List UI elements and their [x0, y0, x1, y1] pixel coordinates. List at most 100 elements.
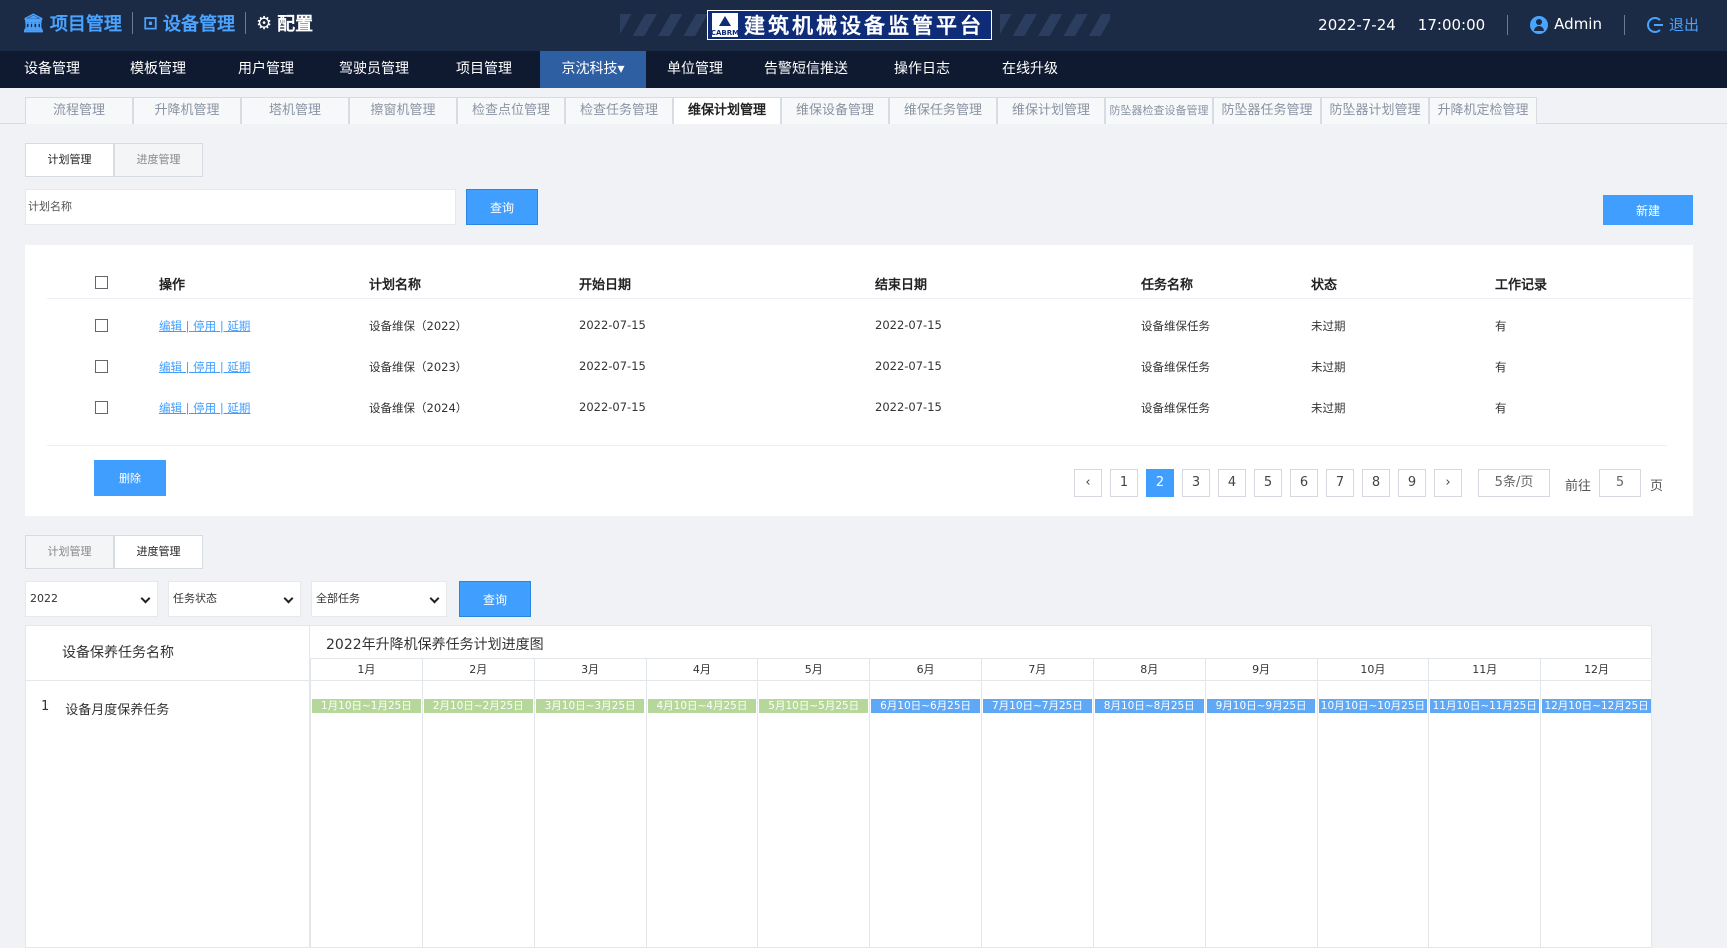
- table-cell: 未过期: [1311, 401, 1346, 415]
- subtab[interactable]: 防坠器任务管理: [1213, 97, 1321, 124]
- gear-icon: ⚙: [255, 12, 273, 34]
- logout-button[interactable]: 退出: [1646, 14, 1699, 35]
- current-time: 17:00:00: [1417, 15, 1486, 34]
- goto-page-input[interactable]: 5: [1599, 469, 1641, 497]
- table-cell: 有: [1495, 360, 1507, 374]
- subtab[interactable]: 检查点位管理: [457, 97, 565, 124]
- tab-plan[interactable]: 计划管理: [25, 143, 114, 177]
- nav-item[interactable]: 操作日志: [868, 51, 976, 88]
- tab-progress[interactable]: 进度管理: [114, 143, 203, 177]
- select-all-checkbox[interactable]: [95, 276, 108, 289]
- nav-item[interactable]: 设备管理: [0, 51, 104, 88]
- page-button[interactable]: 4: [1218, 469, 1246, 497]
- top-bar: 🏛 项目管理 ⊡ 设备管理 ⚙ 配置 CABRM 建筑机械设备监管平台 2022…: [0, 0, 1727, 51]
- gantt-month-label: 12月: [1540, 659, 1652, 681]
- page-button[interactable]: 5: [1254, 469, 1282, 497]
- nav-item[interactable]: 项目管理: [428, 51, 540, 88]
- page-button[interactable]: 9: [1398, 469, 1426, 497]
- row-checkbox[interactable]: [95, 401, 108, 414]
- gantt-bar[interactable]: 8月10日~8月25日: [1094, 699, 1204, 713]
- row-actions[interactable]: 编辑 | 停用 | 延期: [159, 400, 250, 416]
- table-cell: 未过期: [1311, 319, 1346, 333]
- task-index: 1: [41, 699, 50, 714]
- gantt-bar[interactable]: 6月10日~6月25日: [871, 699, 980, 713]
- subtab[interactable]: 防坠器计划管理: [1321, 97, 1429, 124]
- table-cell: 设备维保任务: [1141, 401, 1210, 415]
- chevron-down-icon: [283, 593, 294, 604]
- query-button[interactable]: 查询: [466, 189, 538, 225]
- row-checkbox[interactable]: [95, 360, 108, 373]
- gantt-bar[interactable]: 3月10日~3月25日: [535, 699, 645, 713]
- subtab[interactable]: 擦窗机管理: [349, 97, 457, 124]
- subtab[interactable]: 塔机管理: [241, 97, 349, 124]
- row-actions[interactable]: 编辑 | 停用 | 延期: [159, 318, 250, 334]
- gantt-bar[interactable]: 11月10日~11月25日: [1430, 699, 1540, 713]
- subtab-active[interactable]: 维保计划管理: [673, 97, 781, 124]
- column-header: 状态: [1311, 278, 1338, 293]
- divider: [47, 445, 1667, 446]
- nav-item[interactable]: 用户管理: [212, 51, 320, 88]
- row-checkbox[interactable]: [95, 319, 108, 332]
- table-cell: 有: [1495, 401, 1507, 415]
- tab-plan[interactable]: 计划管理: [25, 535, 114, 569]
- task-select[interactable]: 全部任务: [311, 581, 447, 617]
- table-cell: 2022-07-15: [875, 400, 942, 414]
- nav-item-active[interactable]: 京沈科技▾: [540, 51, 646, 88]
- tab-progress[interactable]: 进度管理: [114, 535, 203, 569]
- plan-tabs: 计划管理 进度管理: [25, 143, 203, 177]
- nav-item[interactable]: 单位管理: [646, 51, 744, 88]
- user-menu[interactable]: Admin: [1530, 15, 1602, 34]
- menu-device-management[interactable]: ⊡ 设备管理: [143, 10, 235, 36]
- device-icon: ⊡: [142, 12, 158, 34]
- nav-item[interactable]: 驾驶员管理: [320, 51, 428, 88]
- subtab[interactable]: 维保设备管理: [781, 97, 889, 124]
- page-button[interactable]: 7: [1326, 469, 1354, 497]
- menu-config[interactable]: ⚙ 配置: [256, 10, 313, 36]
- new-button[interactable]: 新建: [1603, 195, 1693, 225]
- platform-logo: CABRM: [711, 13, 739, 37]
- subtab[interactable]: 维保计划管理: [997, 97, 1105, 124]
- brand-menu: 🏛 项目管理 ⊡ 设备管理 ⚙ 配置: [22, 10, 313, 36]
- delete-button[interactable]: 删除: [94, 460, 166, 496]
- page-button[interactable]: 3: [1182, 469, 1210, 497]
- row-actions[interactable]: 编辑 | 停用 | 延期: [159, 359, 250, 375]
- page-button[interactable]: 8: [1362, 469, 1390, 497]
- gantt-bar[interactable]: 1月10日~1月25日: [312, 699, 421, 713]
- gantt-left-header: 设备保养任务名称: [26, 626, 310, 681]
- subtab[interactable]: 检查任务管理: [565, 97, 673, 124]
- nav-item[interactable]: 模板管理: [104, 51, 212, 88]
- divider: [244, 12, 246, 34]
- gantt-month-column: [533, 681, 646, 948]
- next-page-button[interactable]: ›: [1434, 469, 1462, 497]
- main-nav: 设备管理 模板管理 用户管理 驾驶员管理 项目管理 京沈科技▾ 单位管理 告警短…: [0, 51, 1727, 88]
- gantt-month-column: [310, 681, 422, 948]
- prev-page-button[interactable]: ‹: [1074, 469, 1102, 497]
- menu-label: 设备管理: [162, 14, 235, 35]
- page-size-select[interactable]: 5条/页: [1478, 469, 1550, 497]
- subtab[interactable]: 升降机定检管理: [1429, 97, 1537, 124]
- gantt-month-column: [1204, 681, 1317, 948]
- table-cell: 2022-07-15: [875, 318, 942, 332]
- nav-item[interactable]: 在线升级: [976, 51, 1084, 88]
- page-button[interactable]: 6: [1290, 469, 1318, 497]
- subtab[interactable]: 流程管理: [25, 97, 133, 124]
- page-button[interactable]: 1: [1110, 469, 1138, 497]
- subtab[interactable]: 防坠器检查设备管理: [1105, 97, 1213, 124]
- gantt-bar[interactable]: 10月10日~10月25日: [1318, 699, 1428, 713]
- gantt-bar[interactable]: 4月10日~4月25日: [647, 699, 757, 713]
- gantt-month-label: 7月: [981, 659, 1093, 681]
- plan-name-input[interactable]: 计划名称: [25, 189, 456, 225]
- gantt-bar[interactable]: 12月10日~12月25日: [1542, 699, 1651, 713]
- subtab[interactable]: 维保任务管理: [889, 97, 997, 124]
- gantt-bar[interactable]: 9月10日~9月25日: [1206, 699, 1316, 713]
- year-select[interactable]: 2022: [25, 581, 158, 617]
- status-select[interactable]: 任务状态: [168, 581, 301, 617]
- subtab[interactable]: 升降机管理: [133, 97, 241, 124]
- progress-query-button[interactable]: 查询: [459, 581, 531, 617]
- gantt-bar[interactable]: 7月10日~7月25日: [983, 699, 1092, 713]
- gantt-bar[interactable]: 5月10日~5月25日: [759, 699, 869, 713]
- page-button-current[interactable]: 2: [1146, 469, 1174, 497]
- nav-item[interactable]: 告警短信推送: [744, 51, 868, 88]
- menu-project-management[interactable]: 🏛 项目管理: [22, 10, 122, 36]
- gantt-bar[interactable]: 2月10日~2月25日: [423, 699, 533, 713]
